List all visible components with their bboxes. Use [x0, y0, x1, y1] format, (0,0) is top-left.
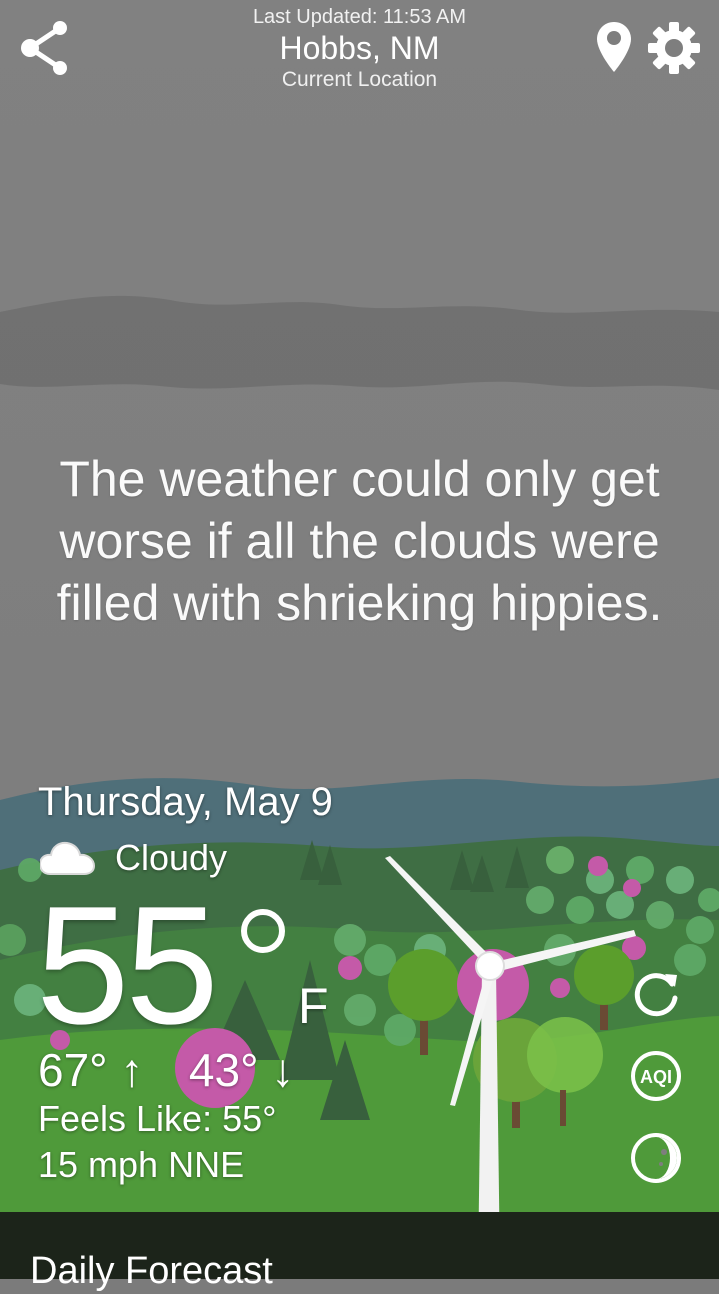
feels-like: Feels Like: 55°: [38, 1098, 277, 1139]
forecast-date: Thursday, May 9: [38, 780, 333, 824]
top-bar: Last Updated: 11:53 AM Hobbs, NM Current…: [0, 0, 719, 100]
settings-button[interactable]: [646, 20, 702, 76]
degree-symbol: [241, 909, 285, 953]
daily-forecast-title[interactable]: Daily Forecast: [30, 1248, 273, 1294]
last-updated-label: Last Updated: 11:53 AM: [252, 6, 467, 28]
wind-info: 15 mph NNE: [38, 1144, 245, 1185]
aqi-label: AQI: [640, 1067, 672, 1087]
gear-icon: [648, 22, 700, 74]
location-button[interactable]: [596, 20, 632, 76]
aqi-button[interactable]: AQI: [628, 1048, 684, 1104]
moon-phase-button[interactable]: [628, 1130, 684, 1186]
location-header: Last Updated: 11:53 AM Hobbs, NM Current…: [160, 4, 559, 94]
current-location-label: Current Location: [281, 68, 438, 91]
map-pin-icon: [597, 22, 631, 72]
high-temperature: 67°: [38, 1044, 108, 1096]
low-temperature: 43°: [188, 1044, 259, 1096]
refresh-button[interactable]: [628, 966, 684, 1022]
high-low-temperatures: 67° ↑ 43° ↓: [38, 1040, 294, 1100]
up-arrow-icon: ↑: [120, 1044, 144, 1096]
down-arrow-icon: ↓: [271, 1044, 295, 1096]
share-button[interactable]: [18, 20, 72, 76]
weather-quote: The weather could only get worse if all …: [56, 451, 663, 631]
temperature-unit: F: [298, 978, 329, 1034]
share-icon: [21, 21, 67, 75]
refresh-icon: [634, 973, 678, 1017]
cloud-band: [0, 295, 719, 390]
moon-phase-icon: [631, 1133, 681, 1183]
aqi-icon: AQI: [631, 1051, 681, 1101]
city-name[interactable]: Hobbs, NM: [160, 30, 559, 66]
current-temperature: 55: [36, 871, 219, 1059]
